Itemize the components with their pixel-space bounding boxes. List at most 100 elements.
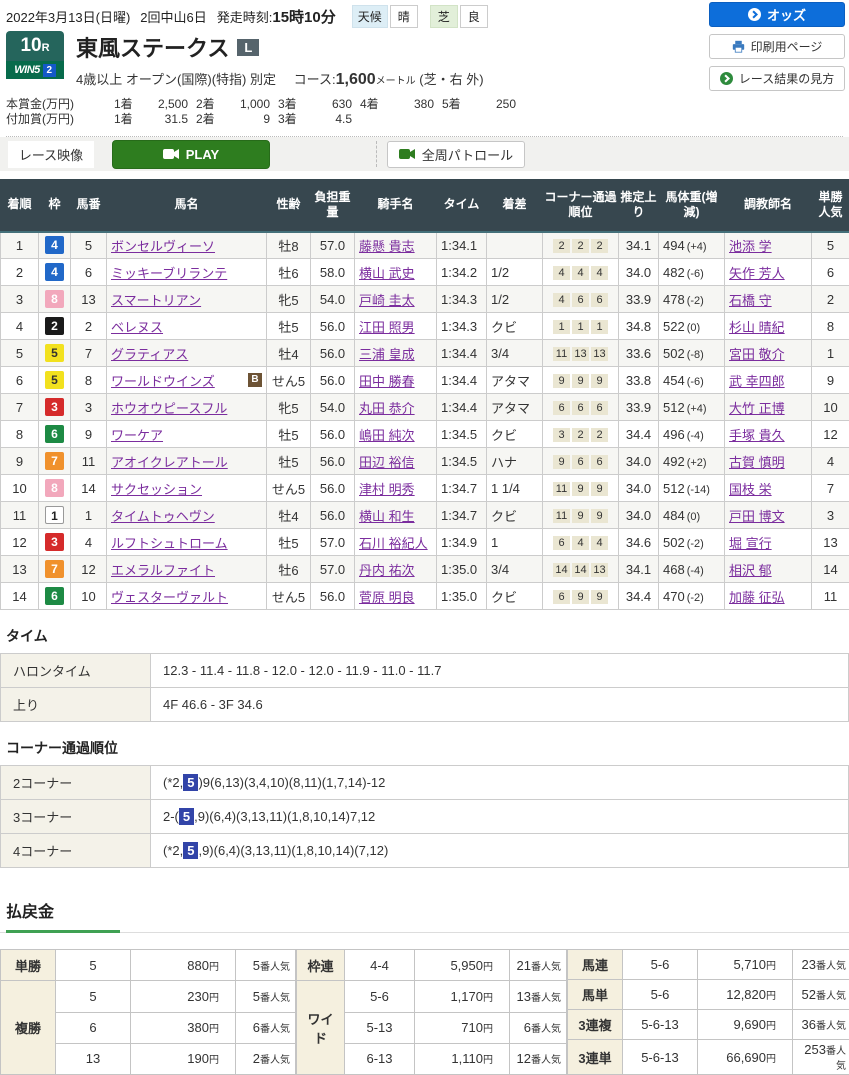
jockey-link[interactable]: 菅原 明良 — [359, 590, 415, 605]
jockey-cell: 江田 照男 — [355, 313, 437, 340]
umaren-amount: 5,710円 — [698, 950, 793, 980]
race-number: 10R — [6, 31, 64, 61]
corner-3-chip: 2 — [572, 239, 589, 253]
jockey-cell: 丸田 恭介 — [355, 394, 437, 421]
corner-2-chip: 6 — [553, 590, 570, 604]
corner-row-value: 2-(5,9)(6,4)(3,13,11)(1,8,10,14)7,12 — [151, 800, 849, 834]
trainer-link[interactable]: 武 幸四郎 — [729, 374, 785, 389]
jockey-cell: 戸崎 圭太 — [355, 286, 437, 313]
horse-weight-cell: 502(-2) — [659, 529, 725, 556]
race-main-info: 東風ステークス L 4歳以上 オープン(国際)(特指) 別定 コース:1,600… — [64, 31, 484, 89]
corner-3-chip: 6 — [572, 293, 589, 307]
horse-name-link[interactable]: ボンセルヴィーソ — [111, 239, 215, 254]
jockey-link[interactable]: 津村 明秀 — [359, 482, 415, 497]
horse-name-link[interactable]: アオイクレアトール — [111, 455, 228, 470]
tansho-row: 単勝 5 880円 5番人気 — [1, 950, 296, 981]
horse-name-cell: ヴェスターヴァルト — [107, 583, 267, 610]
trainer-link[interactable]: 杉山 晴紀 — [729, 320, 785, 335]
trainer-link[interactable]: 国枝 栄 — [729, 482, 772, 497]
umatan-row: 馬単 5-6 12,820円 52番人気 — [568, 980, 849, 1010]
rank-cell: 1 — [1, 232, 39, 259]
horse-weight-cell: 468(-4) — [659, 556, 725, 583]
rank-cell: 4 — [1, 313, 39, 340]
horse-name-link[interactable]: エメラルファイト — [111, 563, 215, 578]
corner-4-chip: 6 — [591, 401, 608, 415]
horse-name-link[interactable]: タイムトゥヘヴン — [111, 509, 215, 524]
horse-name-link[interactable]: ヴェスターヴァルト — [111, 590, 228, 605]
corner-order-cell: 466 — [543, 286, 619, 313]
trainer-link[interactable]: 石橋 守 — [729, 293, 772, 308]
race-title: 東風ステークス — [76, 31, 229, 63]
corner-2-chip: 1 — [553, 320, 570, 334]
horse-name-link[interactable]: ワールドウインズ — [111, 374, 215, 389]
jockey-link[interactable]: 田辺 裕信 — [359, 455, 415, 470]
margin-cell: アタマ — [487, 367, 543, 394]
horse-name-link[interactable]: ホウオウピースフル — [111, 401, 227, 416]
corner-order-cell: 111 — [543, 313, 619, 340]
play-button[interactable]: PLAY — [112, 140, 270, 169]
corner-3-chip: 6 — [572, 455, 589, 469]
trainer-link[interactable]: 戸田 博文 — [729, 509, 785, 524]
time-cell: 1:35.0 — [437, 556, 487, 583]
waku-cell: 4 — [39, 232, 71, 259]
time-row: 上り 4F 46.6 - 3F 34.6 — [1, 688, 849, 722]
jockey-link[interactable]: 嶋田 純次 — [359, 428, 415, 443]
fukusho-amount: 230円 — [131, 981, 236, 1012]
trainer-link[interactable]: 加藤 征弘 — [729, 590, 785, 605]
horse-weight-value: 494 — [663, 238, 685, 253]
horse-name-link[interactable]: ミッキーブリランテ — [111, 266, 227, 281]
sex-age-cell: 牡6 — [267, 259, 311, 286]
jockey-link[interactable]: 横山 武史 — [359, 266, 415, 281]
horse-name-link[interactable]: サクセッション — [111, 482, 202, 497]
trainer-link[interactable]: 矢作 芳人 — [729, 266, 785, 281]
trainer-link[interactable]: 池添 学 — [729, 239, 772, 254]
jockey-cell: 嶋田 純次 — [355, 421, 437, 448]
jockey-link[interactable]: 江田 照男 — [359, 320, 415, 335]
trainer-link[interactable]: 堀 宣行 — [729, 536, 772, 551]
patrol-video-button[interactable]: 全周パトロール — [387, 141, 525, 168]
trainer-link[interactable]: 古賀 慎明 — [729, 455, 785, 470]
rank-cell: 7 — [1, 394, 39, 421]
horse-name-link[interactable]: ルフトシュトローム — [111, 536, 228, 551]
jockey-link[interactable]: 藤懸 貴志 — [359, 239, 415, 254]
last-3f-cell: 34.6 — [619, 529, 659, 556]
horse-name-cell: ワールドウインズ B — [107, 367, 267, 394]
trainer-link[interactable]: 大竹 正博 — [729, 401, 785, 416]
jockey-link[interactable]: 戸崎 圭太 — [359, 293, 415, 308]
horse-weight-diff: (-4) — [687, 565, 704, 577]
trainer-link[interactable]: 手塚 貴久 — [729, 428, 785, 443]
col-header-trainer: 調教師名 — [725, 180, 812, 232]
horse-name-link[interactable]: ワーケア — [111, 428, 163, 443]
horse-name-cell: スマートリアン — [107, 286, 267, 313]
time-cell: 1:34.4 — [437, 367, 487, 394]
horse-name-link[interactable]: スマートリアン — [111, 293, 201, 308]
result-guide-button[interactable]: レース結果の見方 — [709, 66, 845, 91]
result-row: 7 3 3 ホウオウピースフル 牝5 54.0 丸田 恭介 1:34.4 アタマ… — [1, 394, 849, 421]
prize-rank: 3着 — [270, 112, 300, 127]
jockey-cell: 津村 明秀 — [355, 475, 437, 502]
horse-name-link[interactable]: グラティアス — [111, 347, 188, 362]
corner-order-cell: 111313 — [543, 340, 619, 367]
strip-divider — [376, 141, 377, 167]
horse-number-cell: 4 — [71, 529, 107, 556]
jockey-link[interactable]: 田中 勝春 — [359, 374, 415, 389]
horse-number-cell: 5 — [71, 232, 107, 259]
camera-icon — [399, 148, 415, 160]
trainer-link[interactable]: 宮田 敬介 — [729, 347, 785, 362]
odds-button[interactable]: オッズ — [709, 2, 845, 27]
corner-2-chip: 3 — [553, 428, 570, 442]
jockey-link[interactable]: 石川 裕紀人 — [359, 536, 428, 551]
horse-weight-value: 482 — [663, 265, 685, 280]
race-video-tab[interactable]: レース映像 — [8, 141, 94, 168]
time-cell: 1:34.3 — [437, 286, 487, 313]
trainer-cell: 古賀 慎明 — [725, 448, 812, 475]
jockey-link[interactable]: 丸田 恭介 — [359, 401, 415, 416]
horse-name-link[interactable]: ベレヌス — [111, 320, 163, 335]
horse-name-cell: タイムトゥヘヴン — [107, 502, 267, 529]
corner-order-post: )9(6,13)(3,4,10)(8,11)(1,7,14)-12 — [198, 775, 385, 790]
trainer-link[interactable]: 相沢 郁 — [729, 563, 772, 578]
jockey-link[interactable]: 三浦 皇成 — [359, 347, 415, 362]
jockey-link[interactable]: 横山 和生 — [359, 509, 415, 524]
print-page-button[interactable]: 印刷用ページ — [709, 34, 845, 59]
jockey-link[interactable]: 丹内 祐次 — [359, 563, 415, 578]
